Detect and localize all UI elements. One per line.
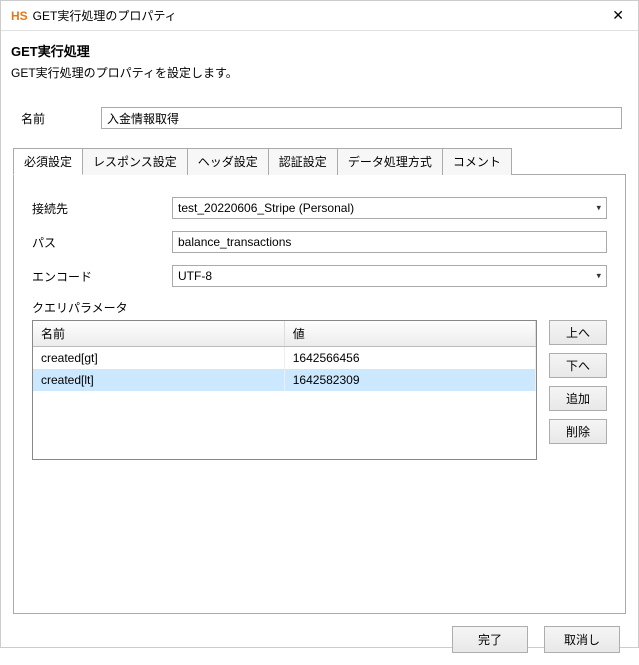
titlebar: HS GET実行処理のプロパティ ✕ [1, 1, 638, 31]
col-value[interactable]: 値 [284, 321, 535, 347]
encoding-select[interactable]: UTF-8 [172, 265, 607, 287]
footer: 完了 取消し [1, 614, 638, 665]
page-description: GET実行処理のプロパティを設定します。 [11, 64, 628, 81]
path-input[interactable] [172, 231, 607, 253]
tab-response[interactable]: レスポンス設定 [82, 148, 188, 175]
query-params-table[interactable]: 名前 値 created[gt] 1642566456 created[lt] … [32, 320, 537, 460]
destination-label: 接続先 [32, 200, 172, 217]
ok-button[interactable]: 完了 [452, 626, 528, 653]
query-params-area: 名前 値 created[gt] 1642566456 created[lt] … [32, 320, 607, 460]
close-icon[interactable]: ✕ [608, 7, 628, 24]
name-row: 名前 [1, 99, 638, 137]
tab-required[interactable]: 必須設定 [13, 148, 83, 175]
path-label: パス [32, 234, 172, 251]
tab-header[interactable]: ヘッダ設定 [187, 148, 269, 175]
query-params-label: クエリパラメータ [32, 299, 607, 316]
encoding-label: エンコード [32, 268, 172, 285]
tab-pane-required: 接続先 test_20220606_Stripe (Personal) ▾ パス… [13, 174, 626, 614]
col-name[interactable]: 名前 [33, 321, 284, 347]
destination-select[interactable]: test_20220606_Stripe (Personal) [172, 197, 607, 219]
header: GET実行処理 GET実行処理のプロパティを設定します。 [1, 31, 638, 99]
row-destination: 接続先 test_20220606_Stripe (Personal) ▾ [32, 197, 607, 219]
table-row[interactable]: created[lt] 1642582309 [33, 369, 536, 391]
add-button[interactable]: 追加 [549, 386, 607, 411]
cell-name: created[lt] [33, 369, 284, 391]
brand-logo: HS [11, 9, 28, 23]
table-row[interactable]: created[gt] 1642566456 [33, 347, 536, 370]
delete-button[interactable]: 削除 [549, 419, 607, 444]
tabs-container: 必須設定 レスポンス設定 ヘッダ設定 認証設定 データ処理方式 コメント 接続先… [13, 147, 626, 614]
query-buttons: 上へ 下へ 追加 削除 [549, 320, 607, 460]
tab-data-method[interactable]: データ処理方式 [337, 148, 443, 175]
row-path: パス [32, 231, 607, 253]
cell-name: created[gt] [33, 347, 284, 370]
page-title: GET実行処理 [11, 41, 628, 60]
cell-value: 1642566456 [284, 347, 535, 370]
up-button[interactable]: 上へ [549, 320, 607, 345]
name-label: 名前 [21, 110, 101, 127]
down-button[interactable]: 下へ [549, 353, 607, 378]
window-title: GET実行処理のプロパティ [33, 7, 609, 24]
cell-value: 1642582309 [284, 369, 535, 391]
tab-auth[interactable]: 認証設定 [268, 148, 338, 175]
tab-comment[interactable]: コメント [442, 148, 512, 175]
cancel-button[interactable]: 取消し [544, 626, 620, 653]
row-encoding: エンコード UTF-8 ▾ [32, 265, 607, 287]
tabs: 必須設定 レスポンス設定 ヘッダ設定 認証設定 データ処理方式 コメント [13, 147, 626, 174]
name-input[interactable] [101, 107, 622, 129]
